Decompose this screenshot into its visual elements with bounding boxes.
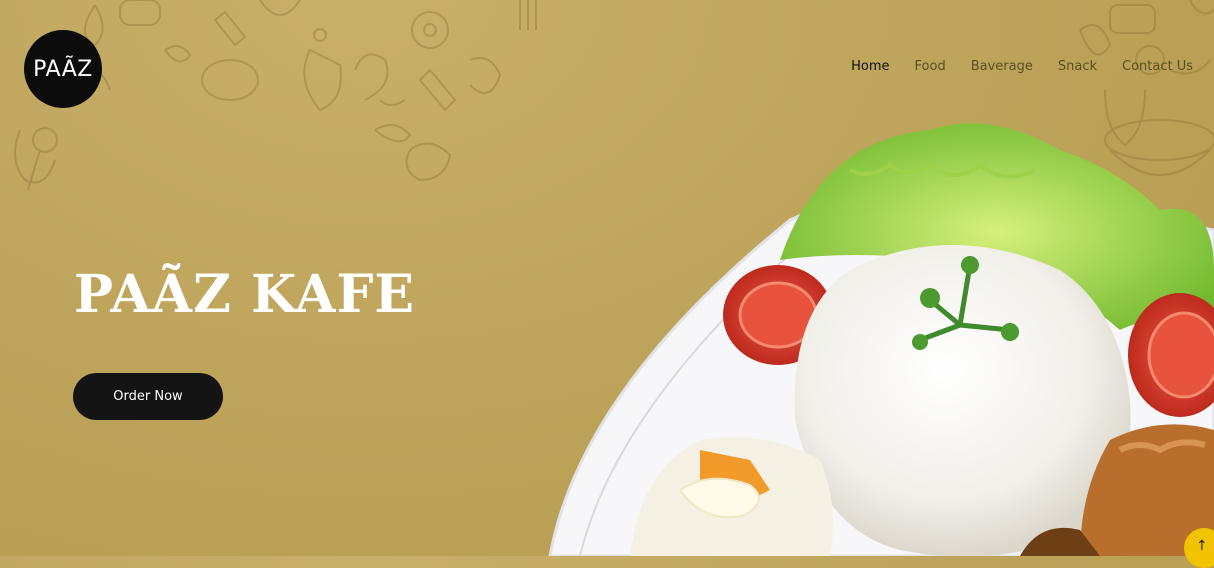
hero-title: PAÃZ KAFE bbox=[74, 264, 416, 325]
order-now-button[interactable]: Order Now bbox=[73, 373, 223, 420]
nav-item-home[interactable]: Home bbox=[851, 59, 889, 74]
scroll-to-top-button[interactable]: ↑ bbox=[1184, 528, 1214, 568]
hero-food-image bbox=[548, 123, 1214, 556]
nav-item-contact-us[interactable]: Contact Us bbox=[1122, 59, 1193, 74]
nav-item-snack[interactable]: Snack bbox=[1058, 59, 1097, 74]
nav-item-food[interactable]: Food bbox=[915, 59, 946, 74]
logo-text: PAÃZ bbox=[33, 56, 93, 82]
brand-logo[interactable]: PAÃZ bbox=[24, 30, 102, 108]
arrow-up-icon: ↑ bbox=[1196, 538, 1208, 554]
main-nav: Home Food Baverage Snack Contact Us bbox=[826, 59, 1193, 74]
nav-item-baverage[interactable]: Baverage bbox=[971, 59, 1033, 74]
